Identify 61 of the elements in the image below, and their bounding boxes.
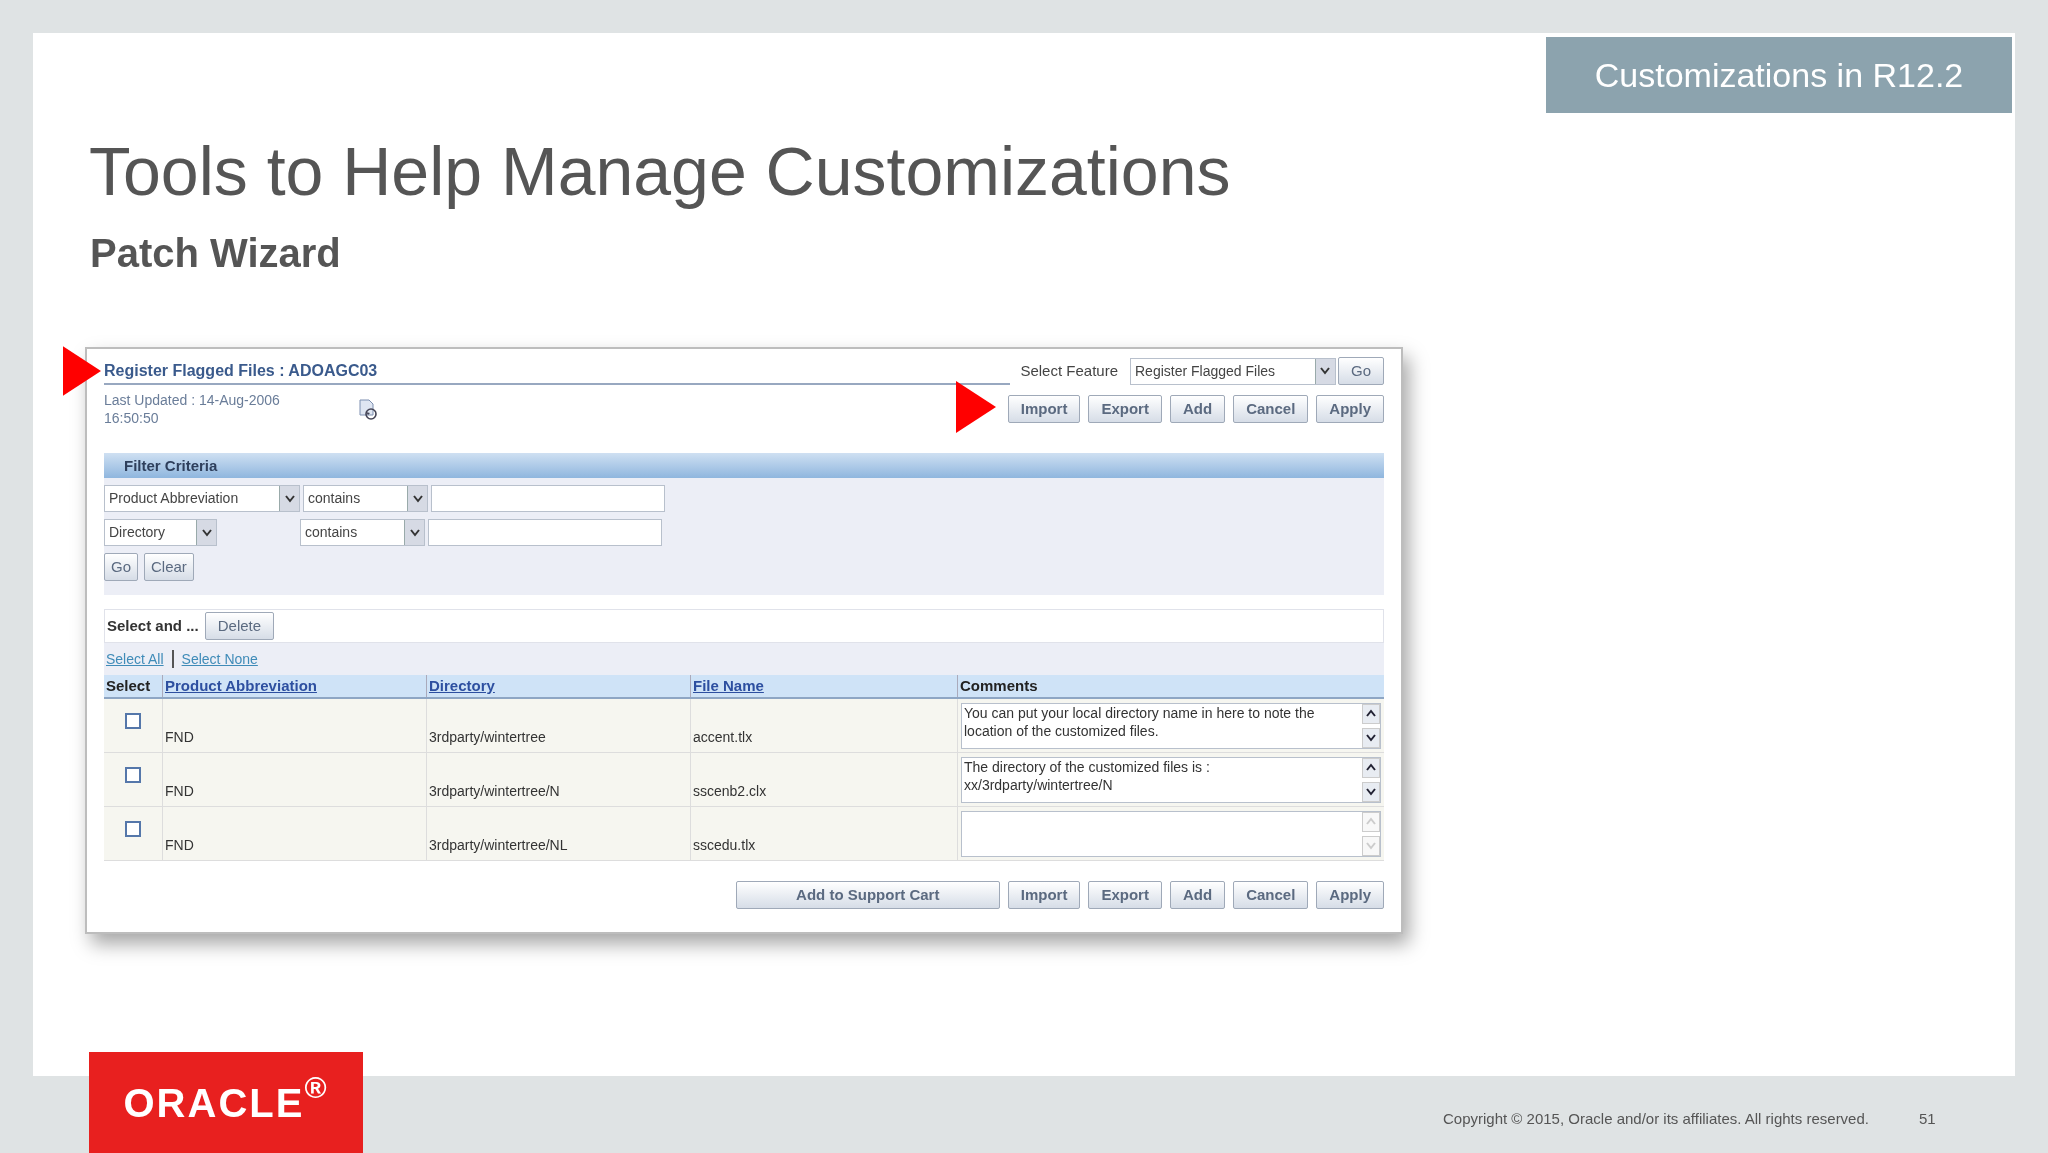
- button[interactable]: Export: [1088, 395, 1162, 423]
- button[interactable]: Go: [104, 553, 138, 581]
- copyright-text: Copyright © 2015, Oracle and/or its affiliates. All rights reserved.: [1443, 1109, 1869, 1129]
- button[interactable]: Add: [1169, 881, 1226, 909]
- column-header[interactable]: File Name: [690, 675, 957, 697]
- checkbox[interactable]: [125, 713, 141, 729]
- button[interactable]: Export: [1088, 881, 1162, 909]
- field-label: Select Feature: [1020, 360, 1118, 381]
- button[interactable]: Cancel: [1233, 395, 1309, 423]
- column-header[interactable]: Directory: [426, 675, 690, 697]
- column-header: Select: [105, 676, 152, 696]
- button[interactable]: Import: [1007, 881, 1081, 909]
- pointer-arrow-icon: [955, 381, 996, 433]
- link[interactable]: Select None: [181, 648, 258, 670]
- slide-subtitle: Patch Wizard: [90, 230, 342, 277]
- button[interactable]: Clear: [144, 553, 194, 581]
- button[interactable]: Go: [1338, 357, 1384, 385]
- button[interactable]: Apply: [1316, 881, 1384, 909]
- dropdown[interactable]: Register Flagged Files: [1130, 357, 1336, 385]
- table-cell-text: FND: [165, 728, 194, 747]
- button[interactable]: Import: [1007, 395, 1081, 423]
- dropdown[interactable]: contains: [303, 485, 428, 512]
- oracle-logo: ORACLE$^{®}$: [89, 1052, 363, 1153]
- input-field[interactable]: [431, 485, 665, 512]
- refresh-icon[interactable]: [358, 399, 378, 421]
- text-area[interactable]: You can put your local directory name in here to note the location of the customized files.: [961, 702, 1381, 749]
- checkbox[interactable]: [125, 767, 141, 783]
- last-updated-text: Last Updated : 14-Aug-2006 16:50:50: [104, 391, 281, 427]
- button[interactable]: Delete: [204, 612, 275, 640]
- button[interactable]: Apply: [1316, 395, 1384, 423]
- dropdown[interactable]: Directory: [104, 519, 217, 546]
- scroll-up-icon[interactable]: [1362, 703, 1380, 724]
- button[interactable]: Add: [1169, 395, 1226, 423]
- scroll-down-icon[interactable]: [1362, 781, 1380, 802]
- page-title: Register Flagged Files : ADOAGC03: [104, 362, 378, 379]
- table-cell-text: 3rdparty/wintertree/N: [429, 782, 560, 801]
- scroll-down-icon[interactable]: [1362, 727, 1380, 748]
- slide-title: Tools to Help Manage Customizations: [89, 132, 1232, 211]
- section-header: Filter Criteria: [104, 453, 1384, 478]
- text-area[interactable]: The directory of the customized files is : xx/3rdparty/wintertree/N: [961, 756, 1381, 803]
- table-cell-text: 3rdparty/wintertree/NL: [429, 836, 568, 855]
- action-label: Select and ...: [107, 615, 199, 636]
- table-cell-text: FND: [165, 836, 194, 855]
- checkbox[interactable]: [125, 821, 141, 837]
- button[interactable]: Cancel: [1233, 881, 1309, 909]
- scroll-up-icon[interactable]: [1362, 757, 1380, 778]
- dropdown[interactable]: contains: [300, 519, 425, 546]
- dropdown[interactable]: Product Abbreviation: [104, 485, 300, 512]
- input-field[interactable]: [428, 519, 662, 546]
- section-tag: Customizations in R12.2: [1546, 37, 2012, 113]
- table-cell-text: sscedu.tlx: [693, 836, 756, 855]
- column-header[interactable]: Product Abbreviation: [162, 675, 426, 697]
- link[interactable]: Select All: [106, 648, 164, 670]
- pointer-arrow-icon: [63, 345, 101, 397]
- table-cell-text: accent.tlx: [693, 728, 753, 747]
- column-header: Comments: [957, 675, 1384, 697]
- page-number: 51: [1919, 1109, 1936, 1129]
- table-cell-text: FND: [165, 782, 194, 801]
- table-cell-text: 3rdparty/wintertree: [429, 728, 546, 747]
- button[interactable]: Add to Support Cart: [735, 881, 1000, 909]
- table-cell-text: sscenb2.clx: [693, 782, 767, 801]
